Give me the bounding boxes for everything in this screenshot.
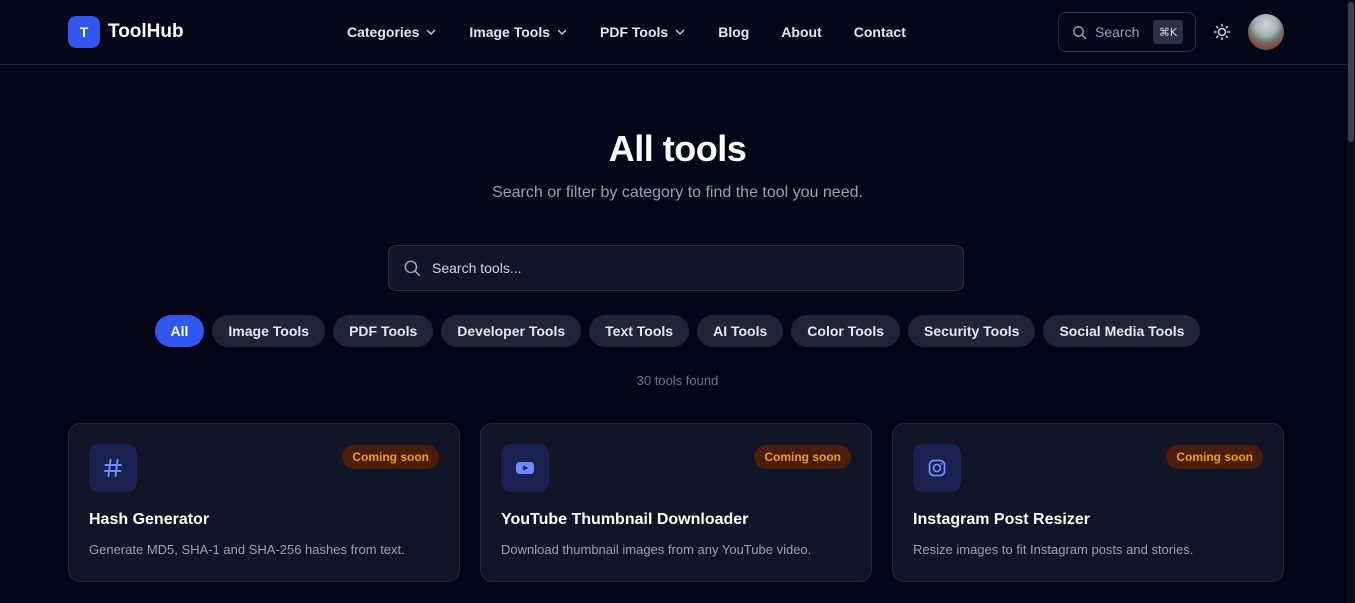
category-filters: All Image Tools PDF Tools Developer Tool…: [0, 315, 1355, 347]
status-badge: Coming soon: [1166, 445, 1263, 469]
card-description: Resize images to fit Instagram posts and…: [913, 542, 1194, 557]
scrollbar-thumb[interactable]: [1348, 2, 1354, 142]
card-icon-container: [89, 444, 137, 492]
filter-ai-tools[interactable]: AI Tools: [697, 315, 784, 347]
nav-label: PDF Tools: [600, 24, 669, 40]
status-badge: Coming soon: [754, 445, 851, 469]
keyboard-shortcut-hint: ⌘K: [1153, 20, 1183, 44]
nav-label: About: [781, 24, 822, 40]
card-title: Hash Generator: [89, 511, 210, 528]
hash-icon: [104, 459, 122, 477]
user-avatar[interactable]: [1248, 14, 1284, 50]
tool-search-input[interactable]: [432, 260, 932, 276]
filter-color-tools[interactable]: Color Tools: [791, 315, 901, 347]
search-icon: [1073, 25, 1087, 39]
page-title: All tools: [608, 128, 747, 169]
card-title: Instagram Post Resizer: [913, 511, 1090, 528]
tool-search-field[interactable]: [388, 245, 964, 291]
main-nav: Categories Image Tools PDF Tools Blog Ab…: [347, 22, 906, 42]
brand-logo[interactable]: T ToolHub: [68, 16, 184, 48]
filter-developer-tools[interactable]: Developer Tools: [441, 315, 582, 347]
filter-text-tools[interactable]: Text Tools: [589, 315, 690, 347]
site-header: T ToolHub Categories Image Tools PDF Too…: [0, 0, 1355, 65]
search-label: Search: [1095, 24, 1140, 40]
results-count: 30 tools found: [636, 373, 719, 388]
logo-mark: T: [68, 16, 100, 48]
status-badge: Coming soon: [342, 445, 439, 469]
nav-label: Contact: [853, 24, 906, 40]
global-search-button[interactable]: Search ⌘K: [1058, 12, 1196, 52]
card-icon-container: [913, 444, 961, 492]
nav-blog[interactable]: Blog: [718, 22, 749, 42]
nav-categories[interactable]: Categories: [347, 22, 437, 42]
filter-image-tools[interactable]: Image Tools: [212, 315, 326, 347]
filter-pdf-tools[interactable]: PDF Tools: [333, 315, 434, 347]
tool-card-youtube-thumbnail-downloader[interactable]: Coming soon YouTube Thumbnail Downloader…: [480, 423, 872, 582]
brand-name: ToolHub: [108, 21, 184, 42]
card-title: YouTube Thumbnail Downloader: [501, 511, 749, 528]
chevron-down-icon: [557, 29, 567, 35]
youtube-icon: [516, 462, 534, 474]
page-scrollbar[interactable]: [1347, 0, 1355, 603]
filter-social-media-tools[interactable]: Social Media Tools: [1043, 315, 1201, 347]
chevron-down-icon: [676, 29, 685, 35]
nav-label: Blog: [718, 24, 750, 40]
tool-card-hash-generator[interactable]: Coming soon Hash Generator Generate MD5,…: [68, 423, 460, 582]
filter-all[interactable]: All: [154, 315, 205, 347]
chevron-down-icon: [427, 29, 436, 35]
nav-pdf-tools[interactable]: PDF Tools: [600, 22, 686, 42]
card-icon-container: [501, 444, 549, 492]
search-icon: [404, 260, 421, 277]
filter-security-tools[interactable]: Security Tools: [908, 315, 1036, 347]
tool-card-instagram-post-resizer[interactable]: Coming soon Instagram Post Resizer Resiz…: [892, 423, 1284, 582]
tool-grid: Coming soon Hash Generator Generate MD5,…: [68, 423, 1284, 582]
nav-contact[interactable]: Contact: [854, 22, 906, 42]
nav-label: Image Tools: [469, 24, 551, 40]
nav-image-tools[interactable]: Image Tools: [469, 22, 568, 42]
card-description: Generate MD5, SHA-1 and SHA-256 hashes f…: [89, 542, 405, 557]
nav-label: Categories: [347, 24, 420, 40]
card-description: Download thumbnail images from any YouTu…: [501, 542, 812, 557]
page-subtitle: Search or filter by category to find the…: [492, 184, 863, 201]
nav-about[interactable]: About: [781, 22, 821, 42]
sun-icon[interactable]: [1212, 22, 1232, 42]
instagram-icon: [928, 459, 946, 477]
